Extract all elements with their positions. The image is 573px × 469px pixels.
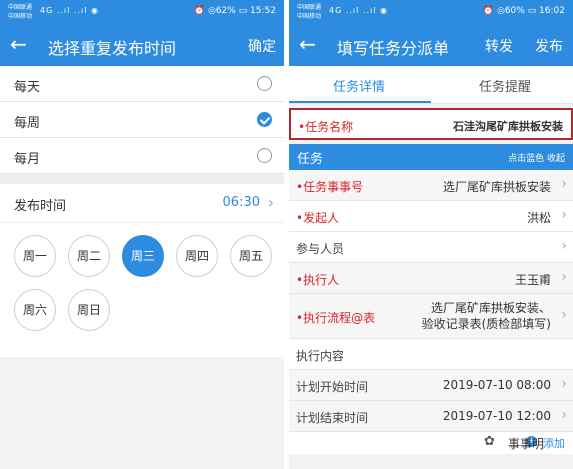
task-name-label: 任务名称: [305, 120, 354, 134]
day-button-mon[interactable]: 周一: [14, 235, 56, 277]
participants-row[interactable]: 参与人员 ›: [289, 232, 573, 263]
day-button-sat[interactable]: 周六: [14, 289, 56, 331]
back-arrow-icon[interactable]: ←: [10, 32, 27, 56]
plan-end-row[interactable]: 计划结束时间 2019-07-10 12:00 ›: [289, 401, 573, 432]
row-value: 王玉甫: [514, 273, 551, 287]
carrier-label: 中国联通 中国移动: [297, 4, 322, 20]
repeat-schedule-screen: 中国联通 中国移动 4G ..ıl ..ıl ◉ ⏰ ◎62% ▭ 15:52 …: [0, 0, 284, 469]
watermark-text: 事事明: [508, 437, 545, 451]
option-monthly[interactable]: 每月: [0, 138, 284, 174]
option-label: 每周: [14, 116, 41, 131]
wechat-icon: ✿: [484, 434, 495, 449]
chevron-right-icon: ›: [267, 193, 274, 212]
confirm-button[interactable]: 确定: [248, 36, 276, 56]
row-value: 2019-07-10 08:00: [442, 378, 551, 392]
row-value: 2019-07-10 12:00: [442, 409, 551, 423]
divider: [0, 174, 284, 184]
day-button-tue[interactable]: 周二: [68, 235, 110, 277]
tab-task-reminder[interactable]: 任务提醒: [479, 76, 531, 95]
publish-time-label: 发布时间: [14, 199, 67, 214]
carrier-label: 中国联通 中国移动: [8, 4, 33, 20]
tab-bar: 任务详情 任务提醒: [289, 66, 573, 104]
task-dispatch-screen: 中国联通 中国移动 4G ..ıl ..ıl ◉ ⏰ ◎60% ▭ 16:02 …: [289, 0, 573, 469]
radio-checked-icon[interactable]: [257, 112, 272, 127]
day-button-thu[interactable]: 周四: [176, 235, 218, 277]
watermark: ✿ 事事明: [484, 432, 570, 454]
chevron-right-icon: ›: [561, 307, 567, 323]
radio-unchecked-icon[interactable]: [257, 148, 272, 163]
option-daily[interactable]: 每天: [0, 66, 284, 102]
signal-icons: 4G ..ıl ..ıl ◉: [329, 6, 388, 15]
chevron-right-icon: ›: [561, 376, 567, 392]
option-weekly[interactable]: 每周: [0, 102, 284, 138]
row-label: 执行内容: [296, 349, 345, 363]
publish-time-row[interactable]: 发布时间 06:30 ›: [0, 184, 284, 222]
row-value: 选厂尾矿库拱板安装: [442, 180, 551, 194]
execution-content-row[interactable]: 执行内容: [289, 339, 573, 370]
row-label: 参与人员: [296, 242, 345, 256]
collapse-hint[interactable]: 点击蓝色 收起: [508, 151, 565, 164]
chevron-right-icon: ›: [561, 207, 567, 223]
option-label: 每月: [14, 152, 41, 167]
status-right: ⏰ ◎60% ▭ 16:02: [482, 6, 565, 16]
nav-bar: ← 填写任务分派单 转发 发布: [289, 24, 573, 66]
row-label: 计划开始时间: [296, 380, 369, 394]
row-label: 发起人: [303, 211, 340, 225]
row-value: 选厂尾矿库拱板安装、 验收记录表(质检部填写): [421, 301, 551, 331]
row-label: 执行人: [303, 273, 340, 287]
day-button-sun[interactable]: 周日: [68, 289, 110, 331]
status-bar: 中国联通 中国移动 4G ..ıl ..ıl ◉ ⏰ ◎62% ▭ 15:52: [0, 0, 284, 24]
publish-button[interactable]: 发布: [535, 36, 563, 56]
task-name-value[interactable]: 石洼沟尾矿库拱板安装: [453, 118, 563, 134]
executor-row[interactable]: •执行人 王玉甫 ›: [289, 263, 573, 294]
back-arrow-icon[interactable]: ←: [299, 32, 316, 56]
signal-icons: 4G ..ıl ..ıl ◉: [40, 6, 99, 15]
section-title: 任务: [297, 152, 324, 167]
page-title: 选择重复发布时间: [48, 39, 177, 58]
row-label: 计划结束时间: [296, 411, 369, 425]
execution-flow-row[interactable]: •执行流程@表 选厂尾矿库拱板安装、 验收记录表(质检部填写) ›: [289, 294, 573, 339]
task-section-header[interactable]: 任务 点击蓝色 收起: [289, 144, 573, 170]
task-name-field[interactable]: •任务名称 石洼沟尾矿库拱板安装: [289, 108, 573, 140]
status-right: ⏰ ◎62% ▭ 15:52: [193, 6, 276, 16]
chevron-right-icon: ›: [561, 269, 567, 285]
chevron-right-icon: ›: [561, 407, 567, 423]
row-label: 执行流程@表: [303, 311, 376, 325]
row-value: 洪松: [526, 211, 551, 225]
tab-underline: [289, 101, 431, 103]
radio-unchecked-icon[interactable]: [257, 76, 272, 91]
day-button-wed[interactable]: 周三: [122, 235, 164, 277]
tab-task-details[interactable]: 任务详情: [333, 76, 385, 95]
task-number-row[interactable]: •任务事事号 选厂尾矿库拱板安装 ›: [289, 170, 573, 201]
chevron-right-icon: ›: [561, 176, 567, 192]
nav-bar: ← 选择重复发布时间 确定: [0, 24, 284, 66]
initiator-row[interactable]: •发起人 洪松 ›: [289, 201, 573, 232]
status-bar: 中国联通 中国移动 4G ..ıl ..ıl ◉ ⏰ ◎60% ▭ 16:02: [289, 0, 573, 24]
page-title: 填写任务分派单: [337, 39, 450, 58]
option-label: 每天: [14, 80, 41, 95]
chevron-right-icon: ›: [561, 238, 567, 254]
weekday-picker: 周一 周二 周三 周四 周五 周六 周日: [0, 222, 284, 357]
plan-start-row[interactable]: 计划开始时间 2019-07-10 08:00 ›: [289, 370, 573, 401]
row-label: 任务事事号: [303, 180, 364, 194]
forward-button[interactable]: 转发: [485, 36, 513, 56]
publish-time-value[interactable]: 06:30: [223, 195, 260, 210]
day-button-fri[interactable]: 周五: [230, 235, 272, 277]
